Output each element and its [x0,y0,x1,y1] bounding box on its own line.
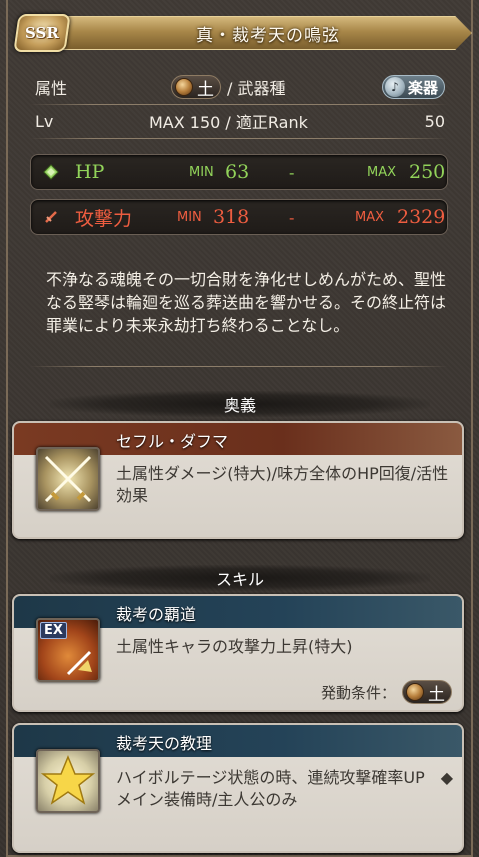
attack-stat-bar: 攻撃力 MIN 318 - MAX 2329 [30,199,448,235]
attack-up-skill-icon: EX [36,618,100,682]
ssr-rarity-badge: SSR [13,14,71,52]
hp-separator: - [289,162,295,182]
attack-separator: - [289,207,295,227]
earth-orb-icon [406,683,424,701]
hp-stat-bar: HP MIN 63 - MAX 250 [30,154,448,190]
crossed-swords-icon [36,447,100,511]
title-bar: 真・裁考天の鳴弦 [54,16,472,50]
attribute-badge: 土 [171,75,221,100]
attribute-label: 属性 [35,79,68,98]
weapon-type-label: / 武器種 [227,79,286,98]
level-value: MAX 150 / 適正Rank [149,113,308,132]
attack-max-value: 2329 [397,206,446,228]
skill-effect-1: 土属性キャラの攻撃力上昇(特大) [116,637,353,656]
harp-icon: ♪ [384,77,405,97]
divider [30,104,448,105]
weapon-type-badge: ♪ 楽器 [381,75,445,99]
weapon-name: 真・裁考天の鳴弦 [196,25,340,46]
hp-min-label: MIN [189,164,214,180]
ougi-section-header: 奥義 [50,391,430,417]
ougi-card[interactable]: セフル・ダフマ 土属性ダメージ(特大)/味方全体のHP回復/活性効果 [12,421,464,539]
hp-max-value: 250 [409,161,446,183]
earth-orb-icon [175,78,193,96]
skill-name-2: 裁考天の教理 [116,734,213,753]
skill-card-1[interactable]: 裁考の覇道 EX 土属性キャラの攻撃力上昇(特大) 発動条件： 土 [12,594,464,712]
skill-section-header: スキル [50,565,430,591]
hp-label: HP [75,161,105,183]
hp-min-value: 63 [225,161,250,183]
activation-condition: 発動条件： 土 [320,680,452,705]
attack-label: 攻撃力 [75,207,133,230]
weapon-description: 不浄なる魂魄その一切合財を浄化せしめんがため、聖性なる竪琴は輪廻を巡る葬送曲を響… [46,270,447,335]
sword-icon [45,211,57,223]
condition-attribute-badge: 土 [402,680,452,705]
ougi-effect: 土属性ダメージ(特大)/味方全体のHP回復/活性効果 [116,464,449,505]
level-label: Lv [35,111,54,131]
skill-card-2[interactable]: 裁考天の教理 ハイボルテージ状態の時、連続攻撃確率UP ◆メイン装備時/主人公の… [12,723,464,853]
hp-diamond-icon [43,164,59,180]
skill-name-1: 裁考の覇道 [116,605,197,624]
skill-effect-2: ハイボルテージ状態の時、連続攻撃確率UP ◆メイン装備時/主人公のみ [116,768,454,809]
attack-min-label: MIN [177,209,202,225]
divider [30,138,448,139]
attack-max-label: MAX [355,209,385,225]
level-row: Lv MAX 150 / 適正Rank 50 [35,106,445,136]
hp-max-label: MAX [367,164,397,180]
attribute-row: 属性 土 / 武器種 ♪ 楽器 [35,72,445,102]
ougi-name: セフル・ダフマ [116,432,229,451]
divider [30,366,448,367]
star-skill-icon [36,749,100,813]
rank-value: 50 [424,111,445,131]
condition-label: 発動条件： [320,683,396,702]
attack-min-value: 318 [213,206,250,228]
weapon-header: 真・裁考天の鳴弦 SSR [10,10,472,60]
